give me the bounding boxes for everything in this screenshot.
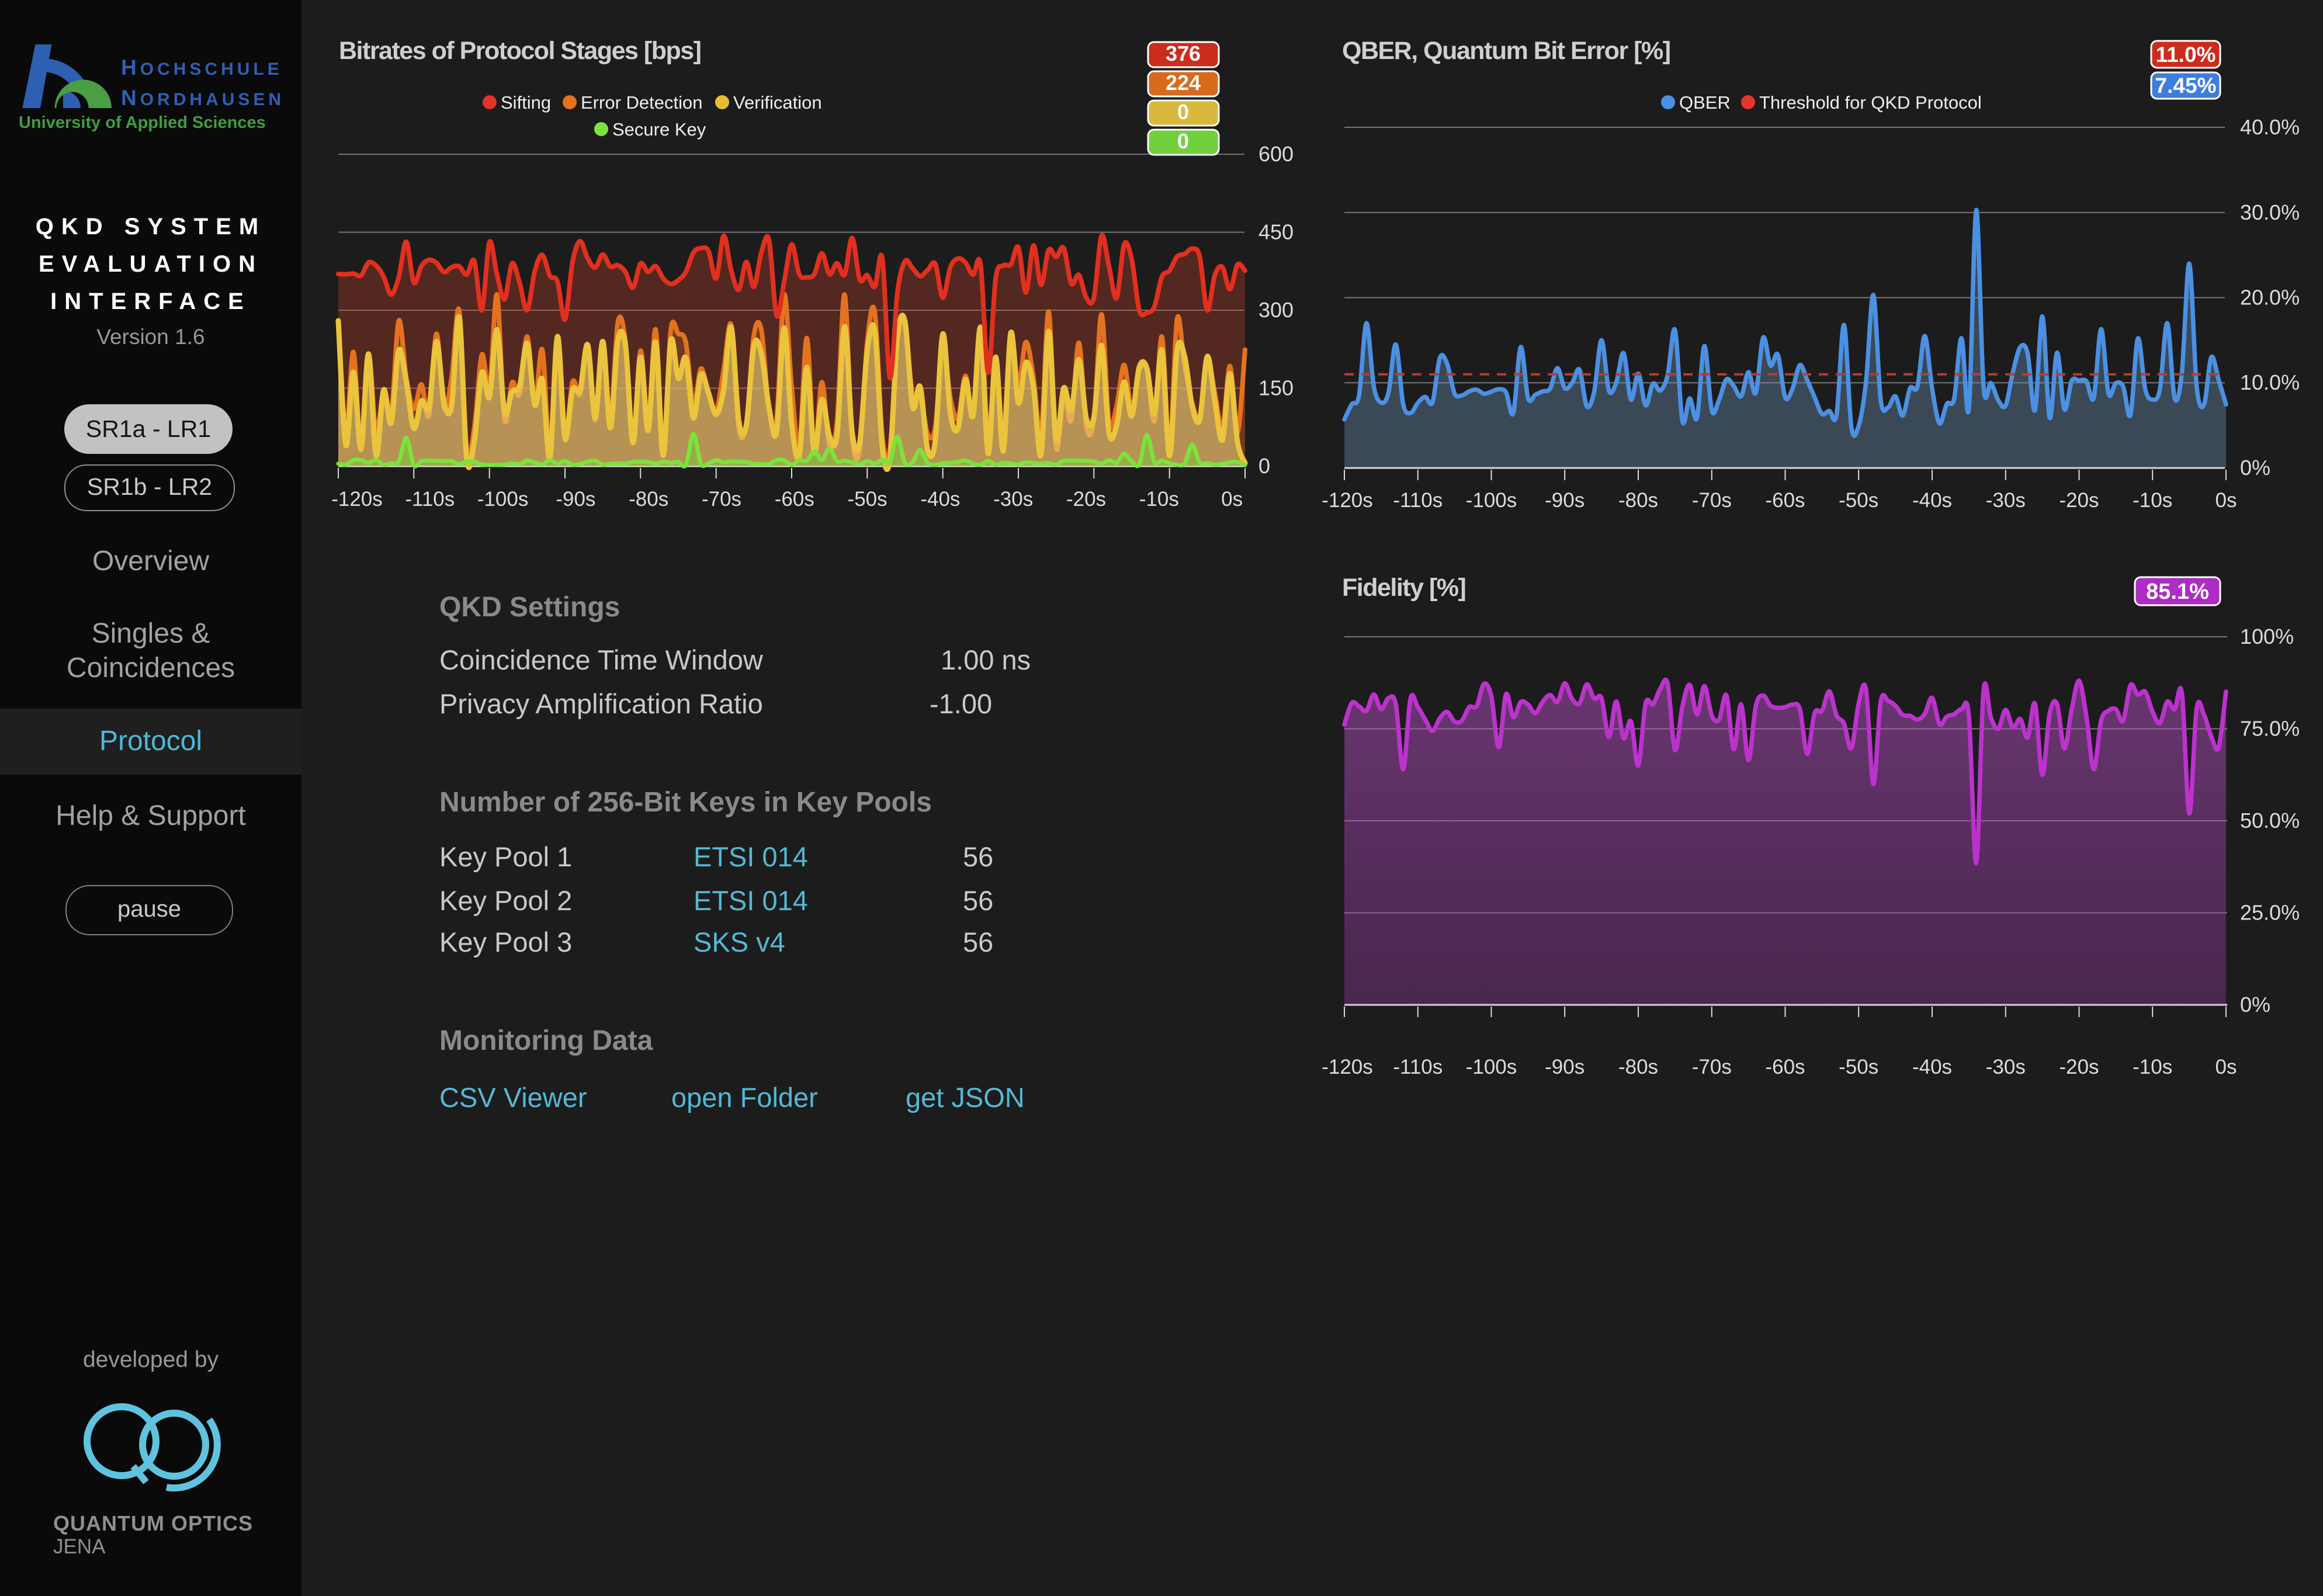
svg-text:0s: 0s [2215,489,2237,512]
svg-text:376: 376 [1166,41,1201,65]
svg-text:-60s: -60s [1765,489,1805,512]
svg-text:40.0%: 40.0% [2240,115,2300,139]
svg-text:-110s: -110s [405,488,455,511]
svg-text:-70s: -70s [702,488,741,511]
svg-text:Error Detection: Error Detection [581,92,702,113]
svg-text:-40s: -40s [920,488,960,511]
svg-text:-30s: -30s [1986,1056,2026,1078]
svg-text:450: 450 [1258,220,1294,244]
svg-text:224: 224 [1166,71,1201,95]
svg-text:0%: 0% [2240,456,2270,480]
svg-text:85.1%: 85.1% [2146,580,2209,604]
svg-text:7.45%: 7.45% [2155,74,2217,98]
svg-text:-70s: -70s [1692,489,1732,512]
svg-text:75.0%: 75.0% [2240,717,2300,741]
svg-text:150: 150 [1258,376,1294,400]
svg-text:-80s: -80s [1618,489,1658,512]
svg-text:-120s: -120s [1322,1056,1373,1078]
svg-text:-110s: -110s [1393,1056,1443,1078]
svg-text:25.0%: 25.0% [2240,901,2300,925]
svg-text:-20s: -20s [2059,1056,2099,1078]
svg-text:30.0%: 30.0% [2240,200,2300,224]
svg-text:-20s: -20s [2059,489,2099,512]
svg-text:-100s: -100s [1466,489,1517,512]
svg-text:-80s: -80s [1618,1056,1658,1078]
svg-text:-40s: -40s [1912,1056,1952,1078]
svg-text:0%: 0% [2240,993,2270,1016]
svg-text:20.0%: 20.0% [2240,286,2300,310]
svg-text:-120s: -120s [331,488,383,511]
svg-text:-50s: -50s [1839,489,1878,512]
svg-text:-100s: -100s [1466,1056,1517,1078]
svg-text:-40s: -40s [1912,489,1952,512]
svg-text:-10s: -10s [2133,489,2172,512]
svg-text:50.0%: 50.0% [2240,809,2300,832]
svg-text:-90s: -90s [1545,1056,1585,1078]
svg-text:-20s: -20s [1066,488,1106,511]
svg-text:0: 0 [1177,129,1189,153]
svg-text:-10s: -10s [2133,1056,2172,1078]
svg-text:Verification: Verification [733,92,822,113]
svg-text:Bitrates of Protocol Stages [b: Bitrates of Protocol Stages [bps] [339,37,701,65]
svg-text:0s: 0s [1221,488,1243,511]
svg-text:-50s: -50s [848,488,887,511]
svg-text:Sifting: Sifting [501,92,551,113]
svg-text:11.0%: 11.0% [2156,43,2216,67]
svg-text:-10s: -10s [1139,488,1179,511]
svg-text:-30s: -30s [993,488,1033,511]
svg-text:Threshold for QKD Protocol: Threshold for QKD Protocol [1759,92,1982,113]
svg-text:600: 600 [1258,142,1294,166]
svg-text:300: 300 [1258,298,1294,322]
svg-text:-60s: -60s [775,488,814,511]
svg-text:0: 0 [1177,100,1189,124]
svg-text:-90s: -90s [556,488,595,511]
svg-text:-100s: -100s [477,488,529,511]
svg-text:100%: 100% [2240,624,2294,648]
svg-text:10.0%: 10.0% [2240,370,2300,394]
svg-text:-80s: -80s [629,488,668,511]
svg-text:0: 0 [1258,454,1270,478]
svg-text:0s: 0s [2215,1056,2237,1078]
svg-text:-70s: -70s [1692,1056,1732,1078]
svg-text:-90s: -90s [1545,489,1585,512]
svg-text:-110s: -110s [1393,489,1443,512]
svg-text:Secure Key: Secure Key [612,119,706,140]
svg-text:Fidelity [%]: Fidelity [%] [1342,574,1465,602]
svg-text:QBER: QBER [1679,92,1731,113]
svg-text:QBER, Quantum Bit Error [%]: QBER, Quantum Bit Error [%] [1342,37,1670,65]
svg-text:-120s: -120s [1322,489,1373,512]
svg-text:-50s: -50s [1839,1056,1878,1078]
svg-text:-60s: -60s [1765,1056,1805,1078]
svg-text:-30s: -30s [1986,489,2026,512]
